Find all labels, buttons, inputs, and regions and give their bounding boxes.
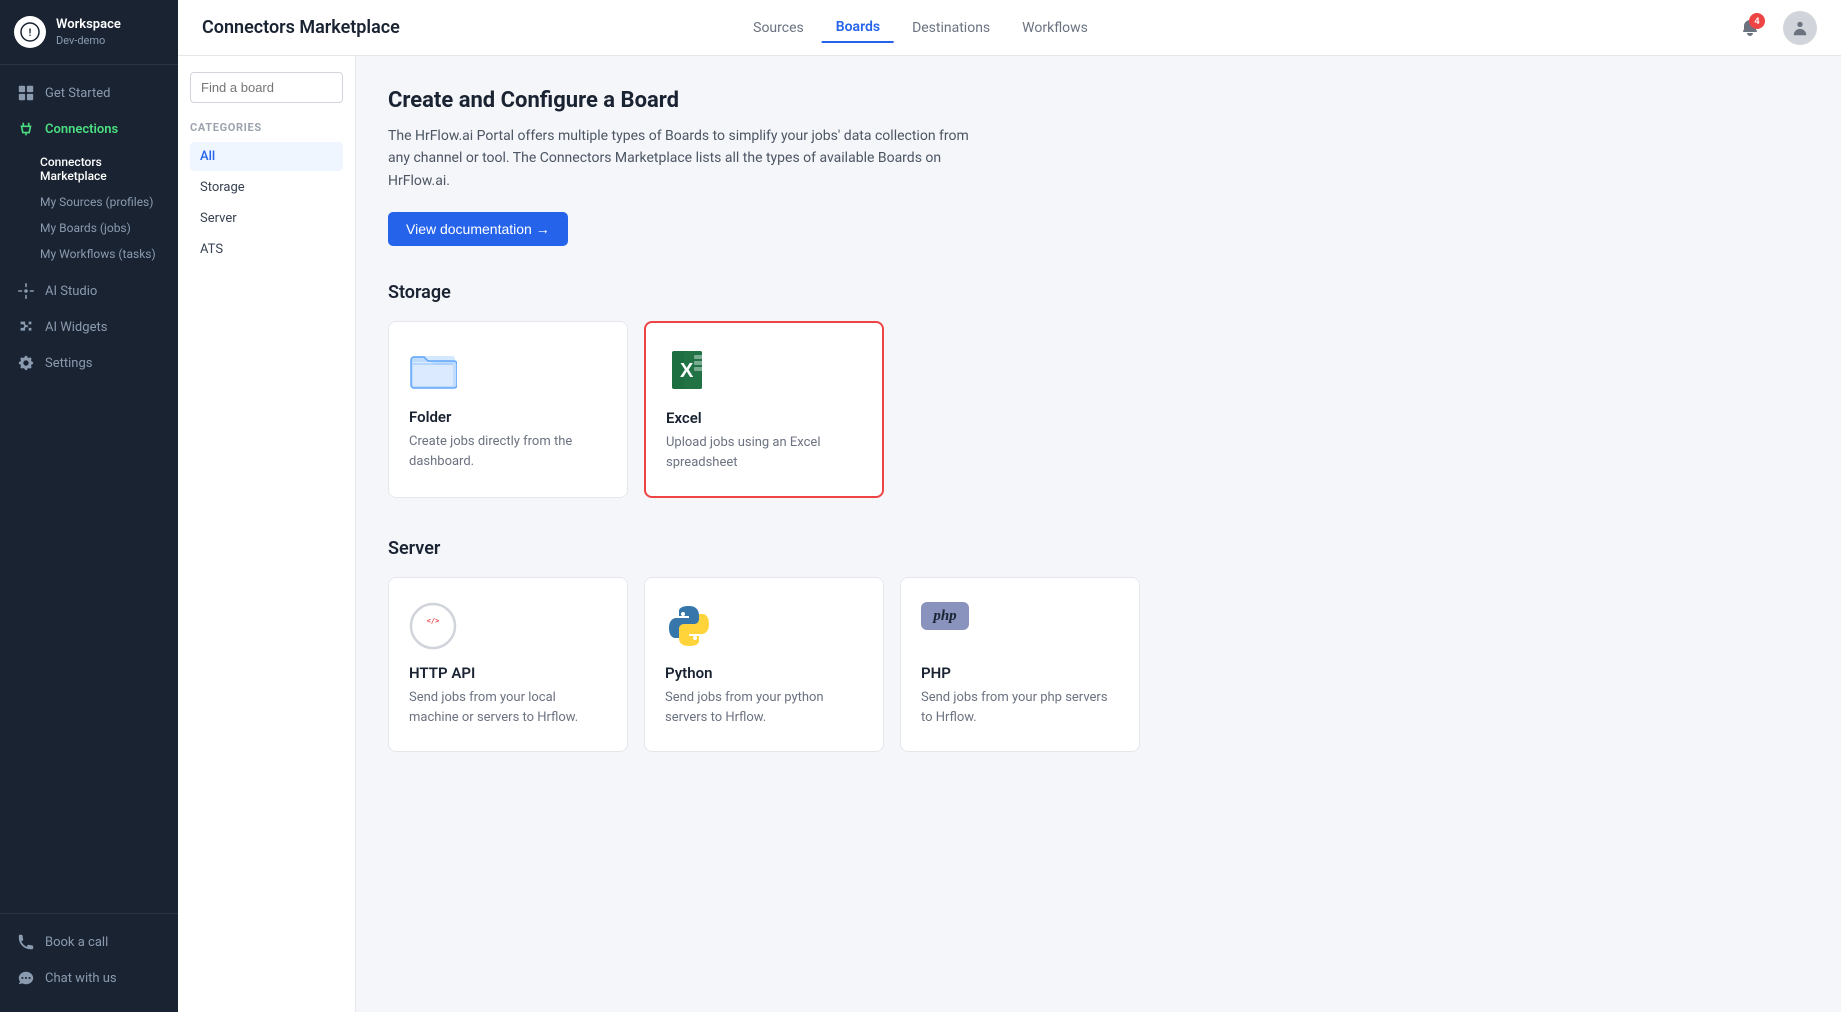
python-icon — [665, 602, 713, 650]
hero-description: The HrFlow.ai Portal offers multiple typ… — [388, 125, 988, 192]
card-folder-name: Folder — [409, 408, 607, 426]
topbar-right: 4 — [1733, 11, 1817, 45]
card-http-api-desc: Send jobs from your local machine or ser… — [409, 688, 607, 727]
category-server[interactable]: Server — [190, 204, 343, 233]
card-folder[interactable]: Folder Create jobs directly from the das… — [388, 321, 628, 498]
hero-title: Create and Configure a Board — [388, 88, 1809, 113]
plug-icon — [17, 120, 35, 138]
section-title-storage: Storage — [388, 282, 1809, 303]
chat-icon — [17, 969, 35, 987]
sidebar: ! Workspace Dev-demo Get Started Connect — [0, 0, 178, 1012]
view-documentation-button[interactable]: View documentation → — [388, 212, 568, 246]
http-api-icon: </> — [409, 602, 457, 650]
sidebar-item-get-started-label: Get Started — [45, 86, 110, 101]
topbar-left: Connectors Marketplace — [202, 17, 400, 38]
right-panel: Create and Configure a Board The HrFlow.… — [356, 56, 1841, 1012]
sidebar-sub-my-workflows[interactable]: My Workflows (tasks) — [0, 241, 178, 267]
category-storage[interactable]: Storage — [190, 173, 343, 202]
puzzle-icon — [17, 318, 35, 336]
sidebar-item-settings[interactable]: Settings — [0, 345, 178, 381]
sidebar-item-book-a-call[interactable]: Book a call — [0, 924, 178, 960]
sidebar-nav: Get Started Connections Connectors Marke… — [0, 65, 178, 913]
svg-text:X: X — [680, 360, 694, 382]
card-excel-desc: Upload jobs using an Excel spreadsheet — [666, 433, 862, 472]
page-title: Connectors Marketplace — [202, 17, 400, 38]
topbar: Connectors Marketplace Sources Boards De… — [178, 0, 1841, 56]
category-all[interactable]: All — [190, 142, 343, 171]
sidebar-item-chat-with-us[interactable]: Chat with us — [0, 960, 178, 996]
main-area: Connectors Marketplace Sources Boards De… — [178, 0, 1841, 1012]
card-php-name: PHP — [921, 664, 1119, 682]
sidebar-sub-my-sources[interactable]: My Sources (profiles) — [0, 189, 178, 215]
search-input[interactable] — [190, 72, 343, 103]
sidebar-item-book-a-call-label: Book a call — [45, 935, 108, 950]
card-php[interactable]: php PHP Send jobs from your php servers … — [900, 577, 1140, 752]
user-avatar-button[interactable] — [1783, 11, 1817, 45]
svg-text:!: ! — [29, 28, 32, 39]
card-python-desc: Send jobs from your python servers to Hr… — [665, 688, 863, 727]
sidebar-item-connections[interactable]: Connections — [0, 111, 178, 147]
card-http-api-name: HTTP API — [409, 664, 607, 682]
sidebar-item-ai-studio[interactable]: AI Studio — [0, 273, 178, 309]
sidebar-item-chat-with-us-label: Chat with us — [45, 971, 117, 986]
card-python-name: Python — [665, 664, 863, 682]
sidebar-item-ai-studio-label: AI Studio — [45, 284, 97, 299]
workspace-logo: ! — [14, 16, 46, 48]
tab-sources[interactable]: Sources — [739, 14, 818, 42]
tab-workflows[interactable]: Workflows — [1008, 14, 1102, 42]
card-python[interactable]: Python Send jobs from your python server… — [644, 577, 884, 752]
categories-label: CATEGORIES — [190, 121, 343, 134]
sidebar-sub-my-boards[interactable]: My Boards (jobs) — [0, 215, 178, 241]
topbar-nav: Sources Boards Destinations Workflows — [739, 13, 1102, 43]
left-panel: CATEGORIES All Storage Server ATS — [178, 56, 356, 1012]
card-excel-name: Excel — [666, 409, 862, 427]
php-icon: php — [921, 602, 969, 630]
sparkle-icon — [17, 282, 35, 300]
storage-cards-grid: Folder Create jobs directly from the das… — [388, 321, 1809, 498]
sidebar-sub-nav: Connectors Marketplace My Sources (profi… — [0, 147, 178, 273]
card-folder-desc: Create jobs directly from the dashboard. — [409, 432, 607, 471]
card-php-desc: Send jobs from your php servers to Hrflo… — [921, 688, 1119, 727]
gear-icon — [17, 354, 35, 372]
category-ats[interactable]: ATS — [190, 235, 343, 264]
card-excel[interactable]: X Excel Upload jobs using an Excel sprea… — [644, 321, 884, 498]
excel-icon: X — [666, 347, 714, 395]
section-title-server: Server — [388, 538, 1809, 559]
topbar-center: Sources Boards Destinations Workflows — [739, 13, 1102, 43]
card-http-api[interactable]: </> HTTP API Send jobs from your local m… — [388, 577, 628, 752]
notifications-button[interactable]: 4 — [1733, 11, 1767, 45]
sidebar-item-get-started[interactable]: Get Started — [0, 75, 178, 111]
sidebar-header: ! Workspace Dev-demo — [0, 0, 178, 65]
notification-badge: 4 — [1749, 13, 1765, 29]
hero-section: Create and Configure a Board The HrFlow.… — [388, 88, 1809, 246]
grid-icon — [17, 84, 35, 102]
workspace-name: Workspace — [56, 17, 121, 34]
content-area: CATEGORIES All Storage Server ATS Create… — [178, 56, 1841, 1012]
sidebar-item-ai-widgets[interactable]: AI Widgets — [0, 309, 178, 345]
sidebar-item-settings-label: Settings — [45, 356, 92, 371]
svg-text:</>: </> — [427, 617, 440, 625]
workspace-sub: Dev-demo — [56, 34, 121, 47]
sidebar-item-ai-widgets-label: AI Widgets — [45, 320, 107, 335]
user-icon — [1791, 19, 1809, 37]
phone-icon — [17, 933, 35, 951]
server-cards-grid: </> HTTP API Send jobs from your local m… — [388, 577, 1809, 752]
folder-icon — [409, 346, 457, 394]
tab-boards[interactable]: Boards — [822, 13, 894, 43]
tab-destinations[interactable]: Destinations — [898, 14, 1004, 42]
sidebar-sub-connectors-marketplace[interactable]: Connectors Marketplace — [0, 149, 178, 189]
sidebar-item-connections-label: Connections — [45, 122, 118, 137]
sidebar-footer: Book a call Chat with us — [0, 913, 178, 1012]
